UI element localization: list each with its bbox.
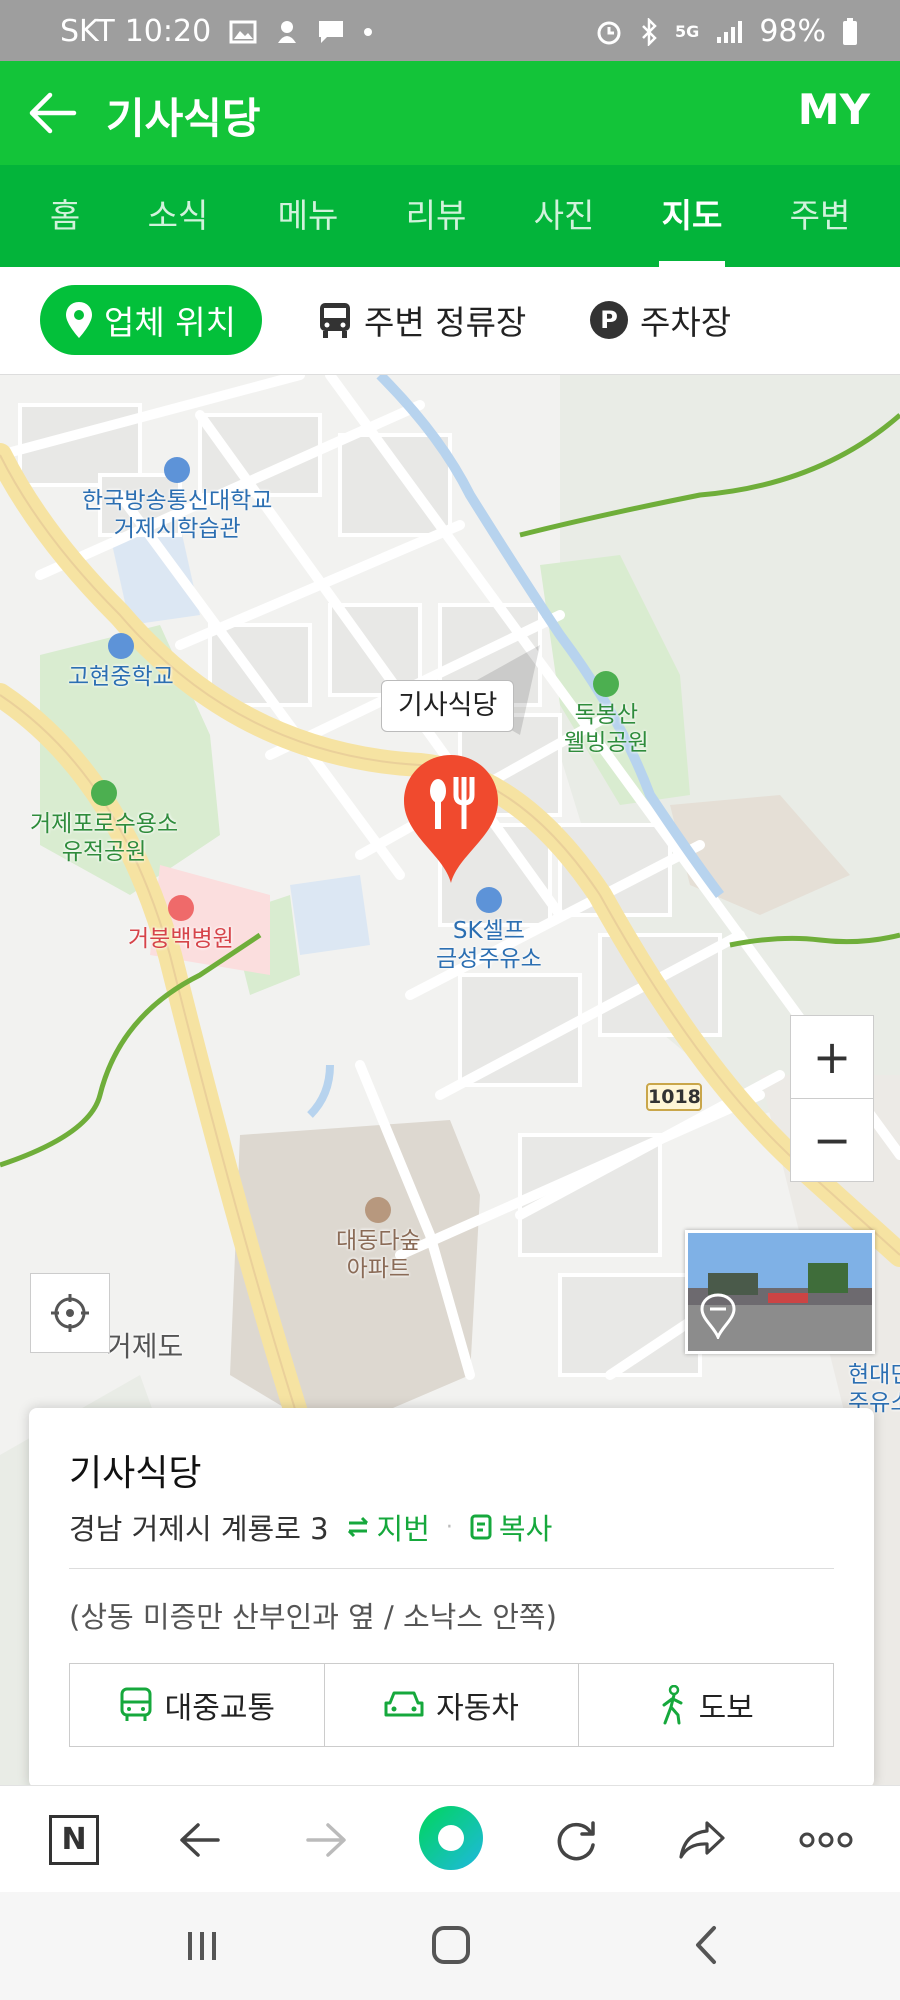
refresh-icon <box>557 1821 595 1861</box>
tab-review[interactable]: 리뷰 <box>381 165 491 267</box>
restaurant-marker[interactable] <box>404 755 498 885</box>
hospital-label[interactable]: 거붕백병원 <box>128 895 234 953</box>
tab-home[interactable]: 홈 <box>10 165 120 267</box>
browser-toolbar: N <box>0 1785 900 1892</box>
zoom-out-button[interactable]: − <box>790 1098 874 1182</box>
arrow-right-icon <box>306 1823 346 1857</box>
recent-apps-icon[interactable] <box>182 1926 222 1966</box>
island-label: 거제도 <box>106 1330 184 1363</box>
back-nav-icon[interactable] <box>688 1922 722 1968</box>
pow-camp-label[interactable]: 거제포로수용소 유적공원 <box>30 780 178 866</box>
parking-segment[interactable]: P 주차장 <box>590 285 731 355</box>
carrier: SKT <box>60 14 115 49</box>
university-icon <box>164 457 191 483</box>
alarm-icon <box>597 21 621 44</box>
road-number-badge: 1018 <box>646 1083 702 1111</box>
gas-station-label[interactable]: SK셀프 금성주유소 <box>436 887 542 973</box>
forward-button[interactable] <box>296 1810 356 1870</box>
tab-nearby[interactable]: 주변 <box>765 165 875 267</box>
place-card: 기사식당 경남 거제시 계룡로 3 지번 · 복사 (상동 미증만 산부인과 옆… <box>29 1408 874 1788</box>
battery-level: 98% <box>759 14 826 49</box>
pin-icon <box>66 302 92 338</box>
school-label[interactable]: 고현중학교 <box>68 633 174 691</box>
more-icon <box>799 1832 853 1848</box>
gas-station-icon <box>475 887 502 913</box>
tab-menu[interactable]: 메뉴 <box>253 165 363 267</box>
top-bar: 기사식당 MY <box>0 61 900 165</box>
hospital-icon <box>167 895 194 921</box>
place-name: 기사식당 <box>69 1453 202 1494</box>
apartment-icon <box>365 1197 392 1223</box>
arrow-left-icon[interactable] <box>28 91 78 135</box>
stops-segment-label: 주변 정류장 <box>364 303 527 342</box>
location-segment[interactable]: 업체 위치 <box>40 285 262 355</box>
park-icon <box>593 671 620 697</box>
tab-bar: 홈 소식 메뉴 리뷰 사진 지도 주변 <box>0 165 900 267</box>
message-icon <box>319 20 344 43</box>
dot-icon <box>364 27 373 36</box>
bluetooth-icon <box>642 17 657 46</box>
university-label[interactable]: 한국방송통신대학교 거제시학습관 <box>82 457 272 543</box>
marker-label[interactable]: 기사식당 <box>381 680 515 732</box>
network-type: 5G <box>675 22 700 41</box>
time: 10:20 <box>124 14 212 49</box>
share-button[interactable] <box>672 1810 732 1870</box>
school-icon <box>107 633 134 659</box>
my-location-button[interactable] <box>30 1273 110 1353</box>
copy-icon <box>470 1514 492 1540</box>
refresh-button[interactable] <box>546 1810 606 1870</box>
tab-map[interactable]: 지도 <box>637 165 747 267</box>
location-segment-label: 업체 위치 <box>104 303 236 342</box>
directions-hint: (상동 미증만 산부인과 옆 / 소낙스 안쪽) <box>69 1600 557 1634</box>
naver-home-button[interactable]: N <box>44 1810 104 1870</box>
zoom-in-button[interactable]: + <box>790 1015 874 1099</box>
walk-route-button[interactable]: 도보 <box>579 1664 833 1746</box>
status-bar: SKT 10:20 5G 98% <box>0 0 900 61</box>
green-dot-button[interactable] <box>417 1804 485 1872</box>
more-button[interactable] <box>796 1810 856 1870</box>
system-nav-bar <box>0 1892 900 2000</box>
swap-icon <box>347 1516 368 1538</box>
share-icon <box>679 1821 725 1859</box>
stops-segment[interactable]: 주변 정류장 <box>318 285 526 355</box>
divider <box>69 1568 834 1569</box>
signal-icon <box>717 20 743 43</box>
map-filter-bar: 업체 위치 주변 정류장 P 주차장 <box>0 267 900 375</box>
separator-dot: · <box>445 1514 453 1540</box>
address-text: 경남 거제시 계룡로 3 <box>69 1512 329 1546</box>
jibun-button[interactable]: 지번 <box>345 1506 430 1548</box>
address-row: 경남 거제시 계룡로 3 지번 · 복사 <box>69 1506 552 1548</box>
green-dot-icon <box>419 1806 483 1870</box>
tab-news[interactable]: 소식 <box>123 165 233 267</box>
walk-icon <box>662 1685 683 1725</box>
n-logo: N <box>49 1815 99 1865</box>
battery-icon <box>843 17 857 45</box>
parking-icon: P <box>590 301 628 339</box>
tab-photo[interactable]: 사진 <box>509 165 619 267</box>
park-label[interactable]: 독봉산 웰빙공원 <box>564 671 649 757</box>
apartment-label[interactable]: 대동다숲 아파트 <box>336 1197 421 1283</box>
notification-icon <box>278 20 297 43</box>
transit-route-button[interactable]: 대중교통 <box>70 1664 325 1746</box>
home-icon[interactable] <box>430 1924 472 1966</box>
bus-icon <box>320 303 350 338</box>
park-icon <box>91 780 118 806</box>
car-route-button[interactable]: 자동차 <box>325 1664 580 1746</box>
route-buttons: 대중교통 자동차 도보 <box>69 1663 834 1747</box>
copy-button[interactable]: 복사 <box>469 1506 552 1548</box>
gallery-icon <box>229 20 257 43</box>
my-button[interactable]: MY <box>798 85 870 134</box>
crosshair-icon <box>51 1294 89 1332</box>
car-icon <box>384 1691 424 1717</box>
parking-segment-label: 주차장 <box>640 303 732 342</box>
bus-icon <box>120 1687 152 1721</box>
street-view-thumbnail[interactable] <box>685 1230 875 1354</box>
page-title: 기사식당 <box>106 94 261 143</box>
arrow-left-icon <box>180 1823 220 1857</box>
street-view-pin-icon <box>700 1293 736 1339</box>
back-button[interactable] <box>170 1810 230 1870</box>
